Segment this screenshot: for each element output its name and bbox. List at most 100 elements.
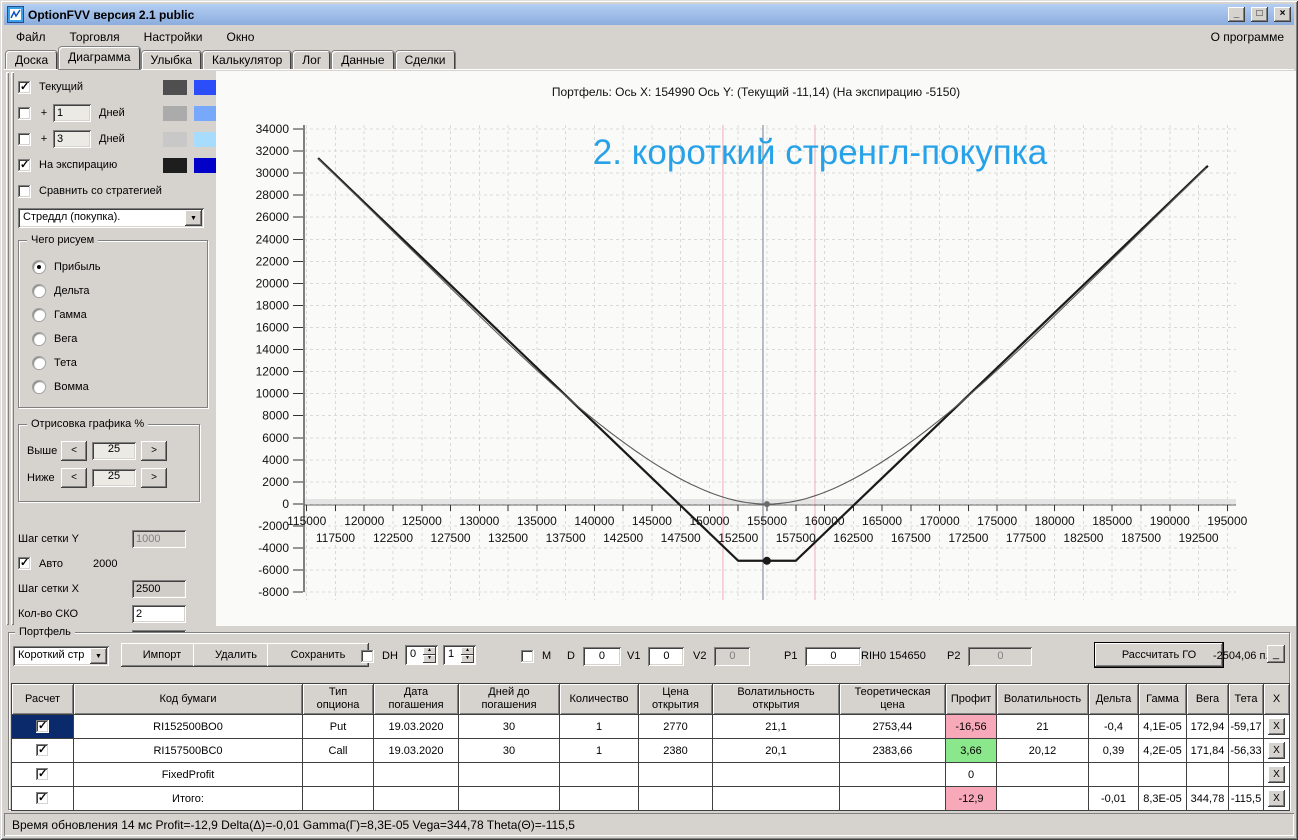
table-cell[interactable] <box>996 786 1089 811</box>
table-cell[interactable] <box>1228 762 1264 787</box>
collapse-button[interactable]: _ <box>1267 645 1285 663</box>
table-cell[interactable]: 8,3E-05 <box>1138 786 1187 811</box>
row-close-button[interactable]: X <box>1268 766 1285 783</box>
menu-file[interactable]: Файл <box>4 27 58 47</box>
table-cell[interactable]: 4,2E-05 <box>1138 738 1187 763</box>
table-cell[interactable] <box>373 786 459 811</box>
table-cell[interactable]: -115,5 <box>1228 786 1264 811</box>
compare-strategy-checkbox[interactable] <box>18 184 31 198</box>
table-cell[interactable]: -12,9 <box>945 786 997 811</box>
menu-settings[interactable]: Настройки <box>132 27 215 47</box>
row-close-button[interactable]: X <box>1268 742 1285 759</box>
radio-icon[interactable] <box>33 381 45 393</box>
spin-up-icon[interactable]: ▲ <box>423 647 436 655</box>
row-close-button[interactable]: X <box>1268 790 1285 807</box>
table-cell[interactable]: Итого: <box>73 786 303 811</box>
table-cell[interactable]: -59,17 <box>1228 714 1264 739</box>
table-cell[interactable]: 30 <box>458 738 560 763</box>
column-header[interactable]: Дельта <box>1088 683 1139 715</box>
p1-input[interactable] <box>805 646 862 666</box>
table-cell[interactable]: -0,4 <box>1088 714 1139 739</box>
strategy-dropdown[interactable]: Стреддл (покупка). ▼ <box>18 208 204 228</box>
table-cell[interactable]: 3,66 <box>945 738 997 763</box>
radio-icon[interactable] <box>33 261 45 273</box>
close-icon[interactable]: × <box>1274 7 1291 22</box>
column-header[interactable]: Дней до погашения <box>458 683 560 715</box>
table-cell[interactable]: Put <box>302 714 374 739</box>
plus3-checkbox[interactable] <box>18 132 31 146</box>
table-cell[interactable] <box>712 786 840 811</box>
column-header[interactable]: Волатильность <box>996 683 1089 715</box>
radio-icon[interactable] <box>33 309 45 321</box>
column-header[interactable]: Теоретическая цена <box>839 683 946 715</box>
table-cell[interactable] <box>302 762 374 787</box>
color-swatch[interactable] <box>163 157 187 173</box>
column-header[interactable]: X <box>1263 683 1290 715</box>
p2-input[interactable] <box>968 646 1033 666</box>
sko-input[interactable] <box>132 604 186 623</box>
column-header[interactable]: Вега <box>1186 683 1229 715</box>
table-cell[interactable] <box>996 762 1089 787</box>
tab-board[interactable]: Доска <box>6 51 58 69</box>
column-header[interactable]: Тета <box>1228 683 1264 715</box>
calc-checkbox[interactable] <box>36 767 49 781</box>
table-cell[interactable] <box>638 762 713 787</box>
table-cell[interactable] <box>1138 762 1187 787</box>
dh-spinner-2[interactable]: 1 ▲ ▼ <box>443 645 476 665</box>
radio-icon[interactable] <box>33 357 45 369</box>
table-cell[interactable]: 172,94 <box>1186 714 1229 739</box>
table-cell[interactable]: 30 <box>458 714 560 739</box>
column-header[interactable]: Профит <box>945 683 997 715</box>
menu-window[interactable]: Окно <box>215 27 267 47</box>
calc-checkbox-cell[interactable] <box>11 738 74 763</box>
chevron-down-icon[interactable]: ▼ <box>185 210 202 226</box>
expiration-checkbox[interactable] <box>18 158 31 172</box>
calc-checkbox[interactable] <box>36 743 49 757</box>
color-swatch[interactable] <box>194 105 218 121</box>
table-cell[interactable]: 21 <box>996 714 1089 739</box>
grid-y-input[interactable] <box>132 529 186 548</box>
table-cell[interactable]: RI157500BC0 <box>73 738 303 763</box>
table-cell[interactable]: 20,1 <box>712 738 840 763</box>
dh-spinner-1[interactable]: 0 ▲ ▼ <box>405 645 438 665</box>
table-cell[interactable]: 19.03.2020 <box>373 714 459 739</box>
table-cell[interactable]: 20,12 <box>996 738 1089 763</box>
grid-x-input[interactable] <box>132 579 186 598</box>
column-header[interactable]: Цена открытия <box>638 683 713 715</box>
color-swatch[interactable] <box>163 105 187 121</box>
table-cell[interactable] <box>458 786 560 811</box>
tab-diagram[interactable]: Диаграмма <box>59 47 140 69</box>
spin-down-icon[interactable]: ▼ <box>423 655 436 663</box>
table-cell[interactable]: 1 <box>559 738 639 763</box>
color-swatch[interactable] <box>163 79 187 95</box>
color-swatch[interactable] <box>163 131 187 147</box>
calc-margin-button[interactable]: Рассчитать ГО <box>1095 643 1223 667</box>
calc-checkbox-cell[interactable] <box>11 714 74 739</box>
color-swatch[interactable] <box>194 79 218 95</box>
tab-data[interactable]: Данные <box>332 51 394 69</box>
row-close-button[interactable]: X <box>1268 718 1285 735</box>
current-checkbox[interactable] <box>18 80 31 94</box>
color-swatch[interactable] <box>194 131 218 147</box>
table-cell[interactable]: 2380 <box>638 738 713 763</box>
tab-smile[interactable]: Улыбка <box>141 51 202 69</box>
column-header[interactable]: Код бумаги <box>73 683 303 715</box>
menu-about[interactable]: О программе <box>1201 27 1294 47</box>
table-cell[interactable]: 0 <box>945 762 997 787</box>
column-header[interactable]: Волатильность открытия <box>712 683 840 715</box>
table-cell[interactable] <box>638 786 713 811</box>
calc-checkbox-cell[interactable] <box>11 762 74 787</box>
calc-checkbox[interactable] <box>36 719 49 733</box>
table-cell[interactable]: 2770 <box>638 714 713 739</box>
maximize-icon[interactable]: □ <box>1251 7 1268 22</box>
increase-button[interactable]: > <box>141 467 167 488</box>
table-cell[interactable]: Call <box>302 738 374 763</box>
table-cell[interactable]: RI152500BO0 <box>73 714 303 739</box>
table-cell[interactable]: -56,33 <box>1228 738 1264 763</box>
table-cell[interactable]: -0,01 <box>1088 786 1139 811</box>
plus1-checkbox[interactable] <box>18 106 31 120</box>
table-cell[interactable] <box>373 762 459 787</box>
spin-up-icon[interactable]: ▲ <box>461 647 474 655</box>
table-cell[interactable] <box>559 786 639 811</box>
table-cell[interactable]: 19.03.2020 <box>373 738 459 763</box>
